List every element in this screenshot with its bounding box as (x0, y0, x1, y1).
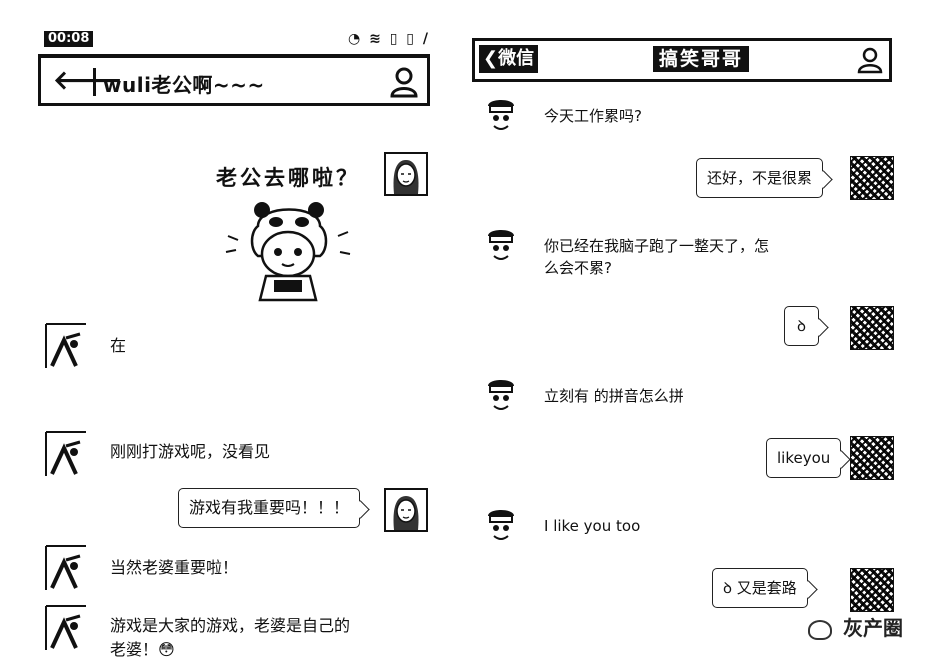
message-text: 刚刚打游戏呢，没看见 (110, 442, 271, 461)
message-bubble-out[interactable]: 还好，不是很累 (696, 158, 824, 198)
man-avatar-icon (45, 323, 86, 368)
sticker-caption: 老公去哪啦？ (216, 166, 360, 190)
message-bubble-out[interactable]: 游戏有我重要吗！！！ (178, 488, 361, 528)
message-text: 当然老婆重要啦！ (110, 558, 239, 577)
avatar-self[interactable] (384, 488, 428, 532)
avatar-self[interactable] (850, 156, 894, 200)
contact-name: 搞笑哥哥 (653, 46, 750, 72)
watermark: 灰产圈 (808, 612, 903, 641)
status-time: 00:08 (44, 31, 94, 47)
cartoon-avatar-icon (488, 100, 514, 130)
avatar-self[interactable] (850, 436, 894, 480)
girl-avatar-icon (393, 496, 419, 530)
watermark-logo-icon (808, 619, 832, 640)
back-button[interactable]: ❮微信 (479, 45, 539, 73)
cartoon-avatar-icon (488, 380, 514, 410)
message-text: 还好，不是很累 (707, 169, 813, 187)
avatar-contact[interactable] (44, 430, 88, 476)
person-icon[interactable] (389, 66, 419, 98)
avatar-contact[interactable] (44, 322, 88, 368)
girl-avatar-icon (393, 160, 419, 194)
chat-header: ❮微信 搞笑哥哥 (472, 38, 892, 82)
avatar-self[interactable] (384, 152, 428, 196)
chat-header: 🡐 wuli老公啊~~~ (38, 54, 430, 106)
person-icon[interactable] (857, 46, 883, 74)
message-bubble-out[interactable]: likeyou (766, 438, 842, 478)
message-bubble-out[interactable]: ꝺ 又是套路 (712, 568, 808, 608)
message-text: 在 (110, 336, 127, 355)
status-icons: ◔ ≋ ▯ ▯ / (348, 31, 430, 47)
watermark-text: 灰产圈 (842, 616, 903, 640)
avatar-contact[interactable] (484, 506, 518, 550)
message-text: 又是套路 (736, 579, 797, 597)
avatar-contact[interactable] (484, 226, 518, 270)
message-text-line2: 老婆！😳 (110, 640, 175, 659)
cartoon-avatar-icon (488, 510, 514, 540)
message-text: likeyou (777, 449, 831, 467)
panda-sticker (224, 196, 352, 306)
avatar-self[interactable] (850, 568, 894, 612)
message-text-line2: 么会不累? (544, 259, 612, 277)
message-text: 游戏有我重要吗！！！ (189, 498, 350, 517)
man-avatar-icon (45, 605, 86, 650)
message-text: 今天工作累吗? (544, 107, 642, 125)
message-bubble-out[interactable]: ꝺ (784, 306, 819, 346)
contact-name: wuli老公啊~~~ (103, 73, 265, 97)
avatar-contact[interactable] (484, 96, 518, 140)
emoji-icon: ꝺ (797, 317, 806, 335)
cartoon-avatar-icon (488, 230, 514, 260)
avatar-contact[interactable] (44, 604, 88, 650)
message-text: 游戏是大家的游戏，老婆是自己的 (110, 616, 351, 635)
header-divider (93, 68, 96, 96)
emoji-icon: ꝺ (723, 579, 732, 597)
avatar-self[interactable] (850, 306, 894, 350)
message-text: 立刻有 的拼音怎么拼 (544, 387, 684, 405)
man-avatar-icon (45, 431, 86, 476)
message-text: 你已经在我脑子跑了一整天了，怎 (544, 237, 770, 255)
message-text: I like you too (544, 517, 641, 535)
avatar-contact[interactable] (44, 544, 88, 590)
man-avatar-icon (45, 545, 86, 590)
status-bar: 00:08 ◔ ≋ ▯ ▯ / (40, 31, 432, 49)
panda-girl-sticker-icon (225, 202, 351, 302)
avatar-contact[interactable] (484, 376, 518, 420)
